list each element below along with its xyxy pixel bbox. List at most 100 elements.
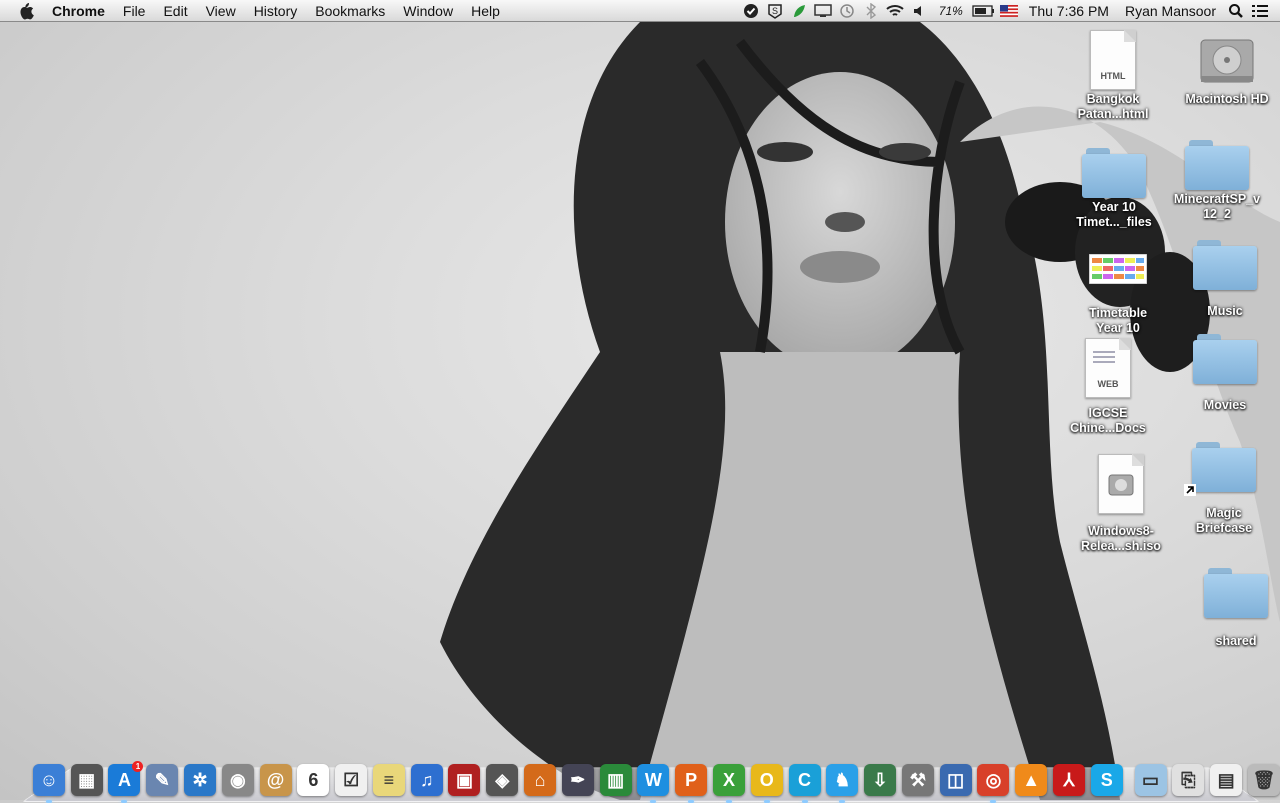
desktop-icon-windows8-iso[interactable]: Windows8- Relea...sh.iso	[1066, 454, 1176, 554]
keynote-icon[interactable]: ⌂	[524, 764, 557, 796]
dock-glyph: ⇩	[872, 769, 888, 790]
desktop-icon-label: Timetable Year 10	[1088, 306, 1148, 335]
menu-edit[interactable]: Edit	[154, 0, 196, 22]
folder-icon	[1193, 240, 1257, 290]
excel-icon[interactable]: X	[712, 764, 745, 803]
leaf-icon[interactable]	[787, 0, 811, 22]
desktop-icon-bangkok-html[interactable]: HTML Bangkok Patan...html	[1058, 30, 1168, 122]
desktop-icon-label: IGCSE Chine...Docs	[1070, 406, 1146, 435]
facetime-icon[interactable]: ◉	[221, 764, 254, 796]
desktop-icon-macintosh-hd[interactable]: Macintosh HD	[1172, 30, 1280, 107]
menu-help[interactable]: Help	[462, 0, 509, 22]
list-icon[interactable]	[1248, 0, 1272, 22]
spotlight-icon[interactable]	[1224, 0, 1248, 22]
dock-glyph: ⚒	[909, 769, 926, 790]
calendar-icon[interactable]: 6	[297, 764, 330, 796]
powerpoint-icon[interactable]: P	[675, 764, 708, 803]
desktop-icon-label: Macintosh HD	[1185, 92, 1269, 106]
messenger-icon[interactable]: ♞	[826, 764, 859, 803]
desktop-icon-igcse-docs[interactable]: WEB IGCSE Chine...Docs	[1053, 338, 1163, 436]
dock-glyph: ◉	[229, 769, 246, 790]
desktop-icon-magic-briefcase[interactable]: Magic Briefcase	[1169, 442, 1279, 536]
applications-folder-icon[interactable]: ▭	[1134, 764, 1167, 796]
dock-glyph: ✲	[192, 769, 208, 790]
word-icon[interactable]: W	[637, 764, 670, 803]
iphoto-icon[interactable]: ◈	[486, 764, 519, 796]
menu-app-name[interactable]: Chrome	[50, 0, 114, 22]
finder-icon[interactable]: ☺	[32, 764, 65, 803]
desktop-icon-shared[interactable]: shared	[1181, 568, 1280, 649]
menu-user-name[interactable]: Ryan Mansoor	[1117, 0, 1224, 22]
numbers-icon[interactable]: ▥	[599, 764, 632, 796]
installer-icon[interactable]: ⇩	[864, 764, 897, 796]
dock-glyph: 🗑	[1252, 769, 1276, 790]
pages-icon[interactable]: ✒	[561, 764, 594, 796]
menu-view[interactable]: View	[197, 0, 245, 22]
desktop-icon-year10-files[interactable]: Year 10 Timet..._files	[1059, 148, 1169, 230]
s-tray-icon[interactable]: S	[763, 0, 787, 22]
battery-percentage[interactable]: 71%	[931, 0, 971, 22]
chrome-icon[interactable]: ◎	[977, 764, 1010, 803]
dock-glyph: ♞	[834, 769, 851, 790]
display-icon[interactable]	[811, 0, 835, 22]
dock: ☺ ▦ A 1 ✎ ✲ ◉ @6 ☑ ≡ ♫ ▣ ◈ ⌂ ✒ ▥ W P X O C ♞ ⇩ ⚒ ◫ ◎ ▲ ⅄ S ▭ ⎘ ▤ 🗑	[30, 752, 1280, 803]
folder-icon	[1204, 568, 1268, 618]
menu-bar: Chrome File Edit View History Bookmarks …	[0, 0, 1280, 22]
outlook-icon[interactable]: O	[750, 764, 783, 803]
adobe-reader-icon[interactable]: ⅄	[1052, 764, 1085, 796]
desktop-icon-timetable-year10[interactable]: Timetable Year 10	[1063, 254, 1173, 336]
photo-booth-icon[interactable]: ▦	[70, 764, 103, 796]
notification-badge: 1	[132, 761, 144, 772]
skype-icon[interactable]: S	[1090, 764, 1123, 796]
trash-icon[interactable]: 🗑	[1247, 764, 1280, 796]
reminders-icon[interactable]: ☑	[335, 764, 368, 796]
preview-icon[interactable]: ✎	[146, 764, 179, 796]
itunes-icon[interactable]: ♫	[410, 764, 443, 796]
notes-icon[interactable]: ≡	[372, 764, 405, 796]
menu-clock[interactable]: Thu 7:36 PM	[1021, 0, 1117, 22]
dock-glyph: C	[798, 769, 812, 790]
shield-check-icon[interactable]	[739, 0, 763, 22]
desktop-icon-movies[interactable]: Movies	[1170, 334, 1280, 413]
safari-icon[interactable]: ✲	[184, 764, 217, 796]
contacts-icon[interactable]: @	[259, 764, 292, 796]
desktop-icon-minecraftsp[interactable]: MinecraftSP_v 12_2	[1162, 140, 1272, 222]
desktop-icon-label: shared	[1215, 634, 1257, 648]
wifi-icon[interactable]	[883, 0, 907, 22]
archive-stack-icon[interactable]: ⎘	[1172, 764, 1205, 796]
menu-history[interactable]: History	[245, 0, 307, 22]
dock-glyph: ▥	[607, 769, 625, 790]
svg-text:S: S	[772, 6, 778, 16]
dock-glyph: ☑	[343, 769, 360, 790]
status-area: S 71% Thu 7:36 PM Ryan Mansoor	[739, 0, 1280, 22]
boot-camp-icon[interactable]: ⚒	[901, 764, 934, 796]
vlc-icon[interactable]: ▲	[1015, 764, 1048, 796]
bluetooth-icon[interactable]	[859, 0, 883, 22]
lync-icon[interactable]: C	[788, 764, 821, 803]
dock-glyph: 6	[308, 769, 319, 790]
dock-glyph: ⌂	[534, 769, 546, 790]
time-machine-icon[interactable]	[835, 0, 859, 22]
menu-window[interactable]: Window	[394, 0, 462, 22]
photo-slideshow-icon[interactable]: ▣	[448, 764, 481, 796]
dock-glyph: ✒	[570, 769, 586, 790]
desktop-icon-label: Music	[1207, 304, 1243, 318]
battery-icon[interactable]	[971, 0, 997, 22]
desktop-icon-music[interactable]: Music	[1170, 240, 1280, 319]
virtualbox-icon[interactable]: ◫	[939, 764, 972, 796]
menu-bookmarks[interactable]: Bookmarks	[306, 0, 394, 22]
dock-glyph: S	[1100, 769, 1113, 790]
menu-file[interactable]: File	[114, 0, 155, 22]
alias-arrow-icon	[1184, 484, 1196, 496]
web-document-icon: WEB	[1085, 338, 1131, 398]
disk-image-icon	[1098, 454, 1144, 514]
dock-glyph: ◈	[495, 769, 510, 790]
app-store-icon[interactable]: A1	[108, 761, 144, 803]
dock-glyph: ⎘	[1181, 769, 1196, 790]
apple-menu-icon[interactable]	[18, 2, 36, 20]
documents-stack-icon[interactable]: ▤	[1210, 764, 1243, 796]
dock-glyph: ◎	[985, 769, 1002, 790]
flag-icon[interactable]	[997, 0, 1021, 22]
volume-icon[interactable]	[907, 0, 931, 22]
dock-glyph: ≡	[383, 769, 395, 790]
